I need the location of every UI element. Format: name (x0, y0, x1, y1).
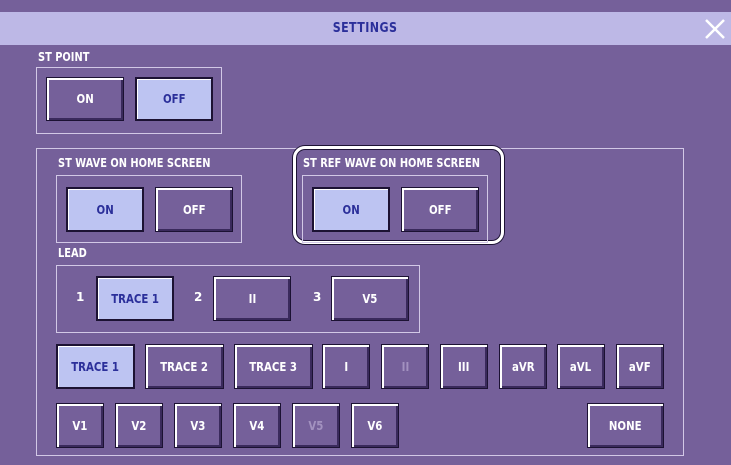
lead-option-v4[interactable]: V4 (233, 403, 281, 448)
lead-option-v1[interactable]: V1 (56, 403, 104, 448)
window-title: SETTINGS (333, 21, 398, 36)
st-ref-wave-on-button[interactable]: ON (312, 187, 390, 232)
lead-slot-2-number: 2 (194, 290, 203, 304)
lead-option-iii[interactable]: III (440, 344, 488, 389)
lead-option-i[interactable]: I (322, 344, 370, 389)
lead-option-v3[interactable]: V3 (174, 403, 222, 448)
lead-option-none[interactable]: NONE (587, 403, 664, 448)
lead-option-v6[interactable]: V6 (351, 403, 399, 448)
lead-slot-1-number: 1 (76, 290, 85, 304)
lead-slot-1-button[interactable]: TRACE 1 (96, 276, 174, 321)
lead-option-avl[interactable]: aVL (557, 344, 605, 389)
st-wave-label: ST WAVE ON HOME SCREEN (58, 156, 211, 170)
st-wave-off-button[interactable]: OFF (155, 187, 233, 232)
st-point-on-button[interactable]: ON (46, 77, 124, 121)
lead-label: LEAD (58, 246, 87, 260)
lead-option-v2[interactable]: V2 (115, 403, 163, 448)
lead-option-trace-3[interactable]: TRACE 3 (234, 344, 313, 389)
st-ref-wave-label: ST REF WAVE ON HOME SCREEN (303, 156, 480, 170)
title-bar: SETTINGS (0, 12, 731, 45)
lead-option-avf[interactable]: aVF (616, 344, 664, 389)
st-wave-on-button[interactable]: ON (66, 187, 144, 232)
lead-option-trace-1[interactable]: TRACE 1 (56, 344, 135, 389)
st-point-off-button[interactable]: OFF (135, 77, 213, 121)
lead-slot-3-button[interactable]: V5 (331, 276, 409, 321)
lead-option-trace-2[interactable]: TRACE 2 (145, 344, 224, 389)
st-ref-wave-off-button[interactable]: OFF (401, 187, 479, 232)
lead-slot-2-button[interactable]: II (213, 276, 291, 321)
lead-option-v5[interactable]: V5 (292, 403, 340, 448)
close-button[interactable] (698, 12, 731, 45)
close-x-icon (704, 18, 725, 39)
settings-screen: SETTINGS ST POINT ON OFF ST WAVE ON HOME… (0, 0, 731, 465)
lead-option-ii[interactable]: II (381, 344, 429, 389)
lead-option-avr[interactable]: aVR (499, 344, 547, 389)
st-point-label: ST POINT (38, 50, 90, 64)
lead-slot-3-number: 3 (313, 290, 322, 304)
